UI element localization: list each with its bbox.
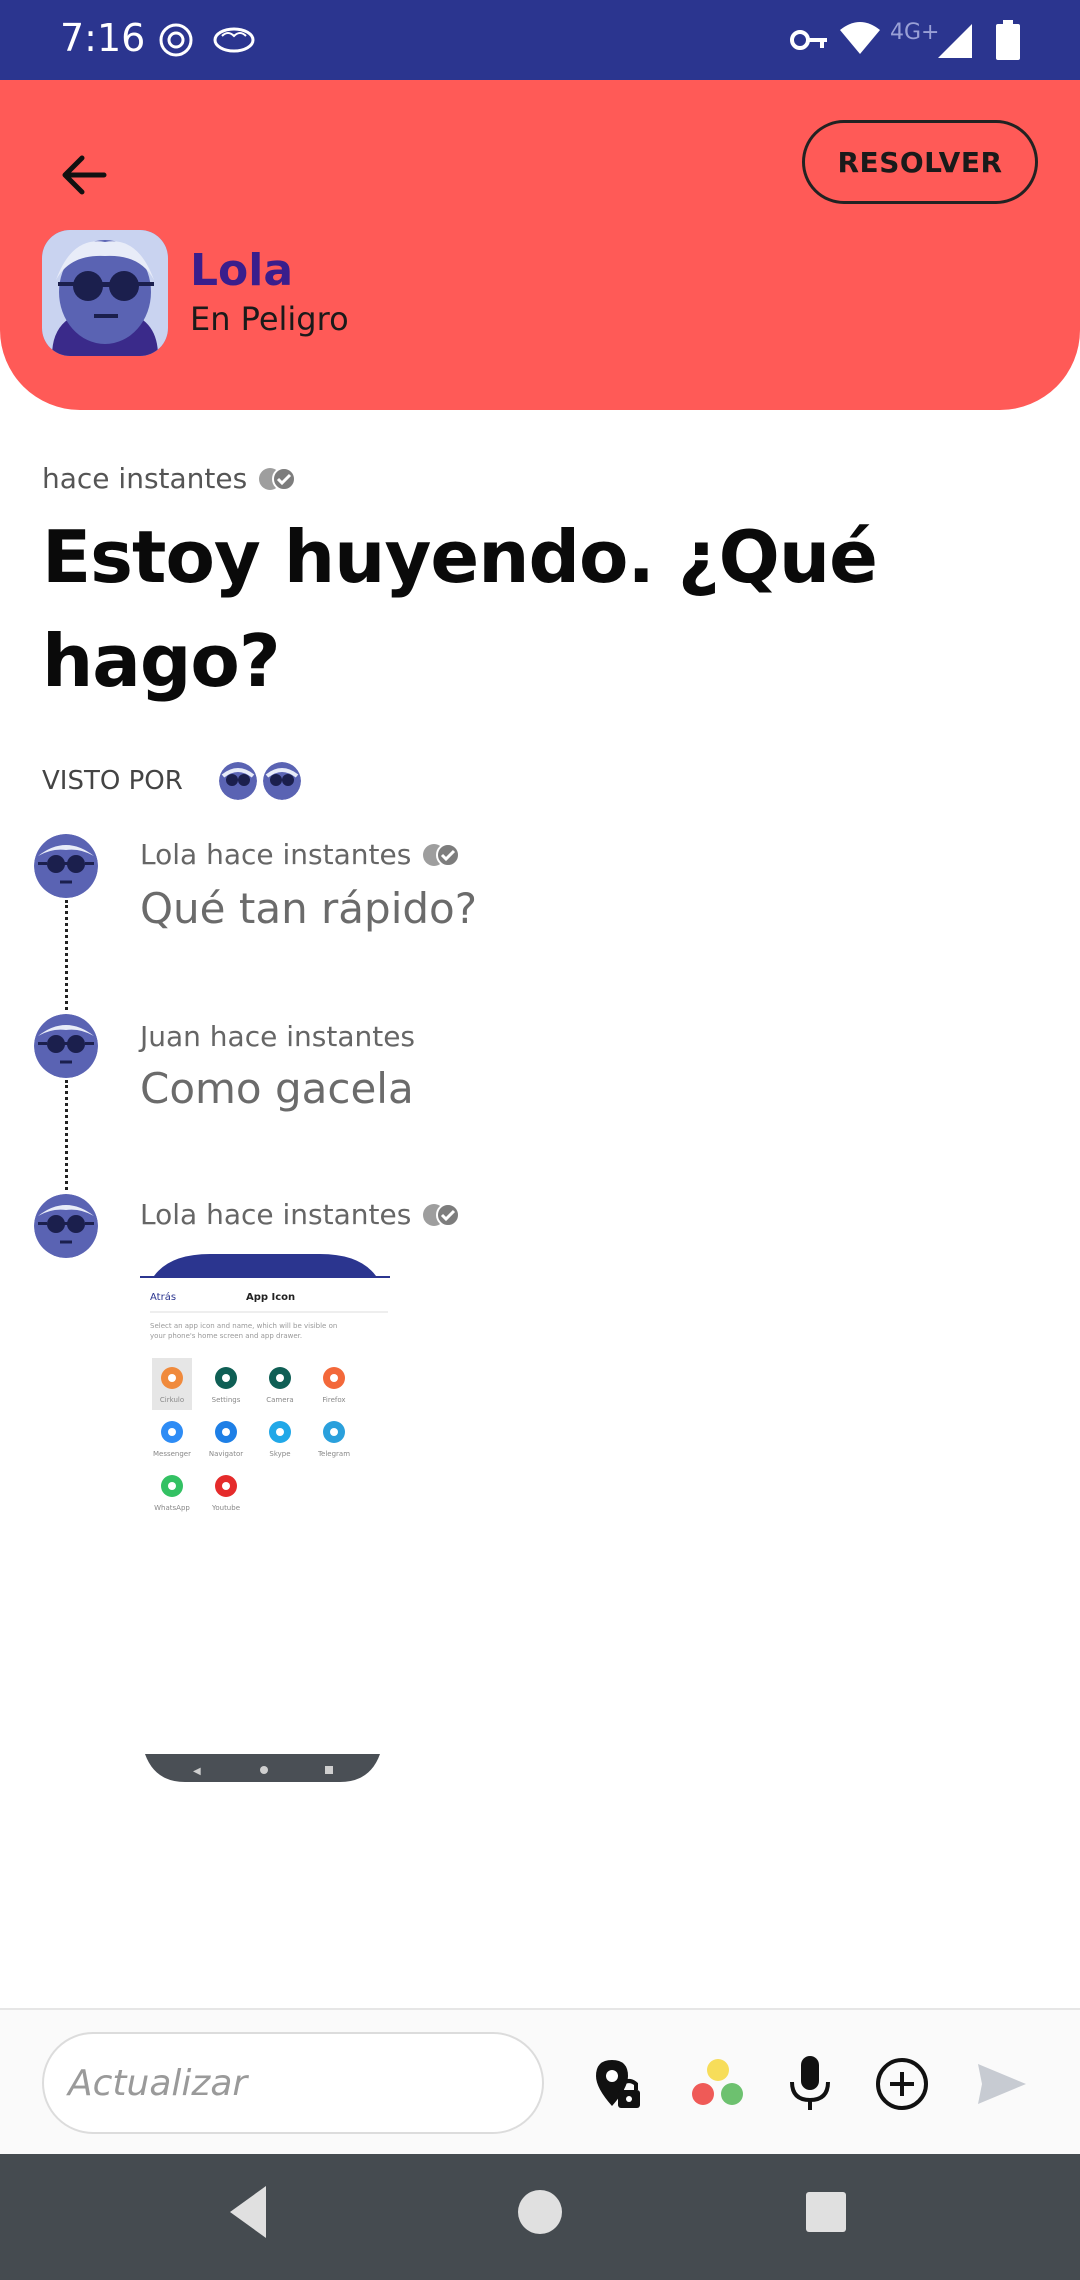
seen-by-label: VISTO POR — [42, 766, 183, 796]
alert-header: RESOLVER Lola En Peligro — [0, 80, 1080, 410]
alert-time: hace instantes — [42, 462, 248, 495]
viewer-avatar — [218, 762, 257, 800]
attachment-title: App Icon — [246, 1292, 295, 1303]
timeline-connector — [65, 1080, 68, 1190]
attachment-app-item: Cirkulo — [152, 1358, 192, 1410]
message-meta: Lola hace instantes — [140, 838, 461, 871]
network-type: 4G+ — [890, 20, 940, 45]
attachment-app-label: Navigator — [209, 1450, 243, 1458]
read-receipt-icon — [259, 466, 297, 491]
attachment-app-label: Firefox — [322, 1396, 345, 1404]
viewer-avatar — [262, 762, 301, 800]
location-lock-icon[interactable] — [588, 2054, 648, 2114]
attachment-app-label: Settings — [212, 1396, 241, 1404]
vpn-key-icon — [790, 30, 827, 50]
app-notification-icon — [159, 23, 193, 57]
message-avatar — [34, 1014, 98, 1078]
message-avatar — [34, 834, 98, 898]
attachment-app-label: Telegram — [317, 1450, 350, 1458]
attachment-app-item: Youtube — [211, 1475, 240, 1512]
system-nav-bar — [0, 2154, 1080, 2280]
seen-by-row: VISTO POR — [42, 762, 301, 800]
attachment-app-label: WhatsApp — [154, 1504, 190, 1512]
contact-name: Lola — [190, 245, 294, 296]
attachment-back-label: Atrás — [150, 1291, 176, 1303]
alert-time-row: hace instantes — [42, 462, 297, 495]
update-input[interactable]: Actualizar — [42, 2032, 544, 2134]
attachment-app-item: Settings — [212, 1367, 241, 1404]
attachment-app-item: Telegram — [317, 1421, 350, 1458]
send-icon[interactable] — [972, 2054, 1032, 2114]
wifi-icon — [840, 22, 880, 54]
timeline-connector — [65, 900, 68, 1010]
nav-home-icon[interactable] — [514, 2182, 566, 2242]
signal-icon — [938, 24, 972, 58]
attachment-description: Select an app icon and name, which will … — [150, 1322, 337, 1340]
back-arrow-icon[interactable] — [50, 140, 120, 210]
brain-icon — [213, 27, 255, 53]
attachment-app-item: Firefox — [322, 1367, 346, 1404]
attachment-app-label: Youtube — [211, 1504, 240, 1512]
nav-recents-icon[interactable] — [804, 2182, 848, 2242]
read-receipt-icon — [423, 842, 461, 867]
battery-icon — [996, 20, 1020, 60]
message-text: Qué tan rápido? — [140, 884, 478, 933]
status-bar: 7:16 4G+ — [0, 0, 1080, 80]
message-avatar — [34, 1194, 98, 1258]
update-input-placeholder: Actualizar — [68, 2062, 248, 2104]
attachment-app-label: Messenger — [153, 1450, 191, 1458]
message-meta: Juan hace instantes — [140, 1020, 415, 1053]
read-receipt-icon — [423, 1202, 461, 1227]
message-text: Como gacela — [140, 1064, 414, 1113]
attachment-app-item: Messenger — [153, 1421, 191, 1458]
status-time: 7:16 — [60, 16, 146, 60]
add-icon[interactable] — [872, 2054, 932, 2114]
attachment-app-item: Camera — [266, 1367, 294, 1404]
nav-back-icon[interactable] — [226, 2182, 270, 2242]
contact-status: En Peligro — [190, 300, 349, 338]
composer-bar: Actualizar — [0, 2008, 1080, 2154]
attachment-app-label: Camera — [266, 1396, 293, 1404]
message-author-time: Lola hace instantes — [140, 838, 412, 871]
microphone-icon[interactable] — [780, 2054, 840, 2114]
message-author-time: Juan hace instantes — [140, 1020, 416, 1053]
attachment-app-item: Skype — [269, 1421, 291, 1458]
attachment-app-label: Cirkulo — [160, 1396, 184, 1404]
status-colors-icon[interactable] — [686, 2054, 746, 2114]
attachment-app-label: Skype — [269, 1450, 290, 1458]
attachment-app-item: Navigator — [209, 1421, 243, 1458]
alert-headline: Estoy huyendo. ¿Qué hago? — [42, 515, 878, 703]
resolve-button[interactable]: RESOLVER — [802, 120, 1038, 204]
message-meta: Lola hace instantes — [140, 1198, 461, 1231]
screenshot-attachment[interactable]: Atrás App Icon Select an app icon and na… — [140, 1254, 390, 1782]
attachment-app-item: WhatsApp — [154, 1475, 190, 1512]
message-author-time: Lola hace instantes — [140, 1198, 412, 1231]
svg-text:◀: ◀ — [193, 1766, 201, 1777]
contact-avatar — [42, 230, 168, 356]
